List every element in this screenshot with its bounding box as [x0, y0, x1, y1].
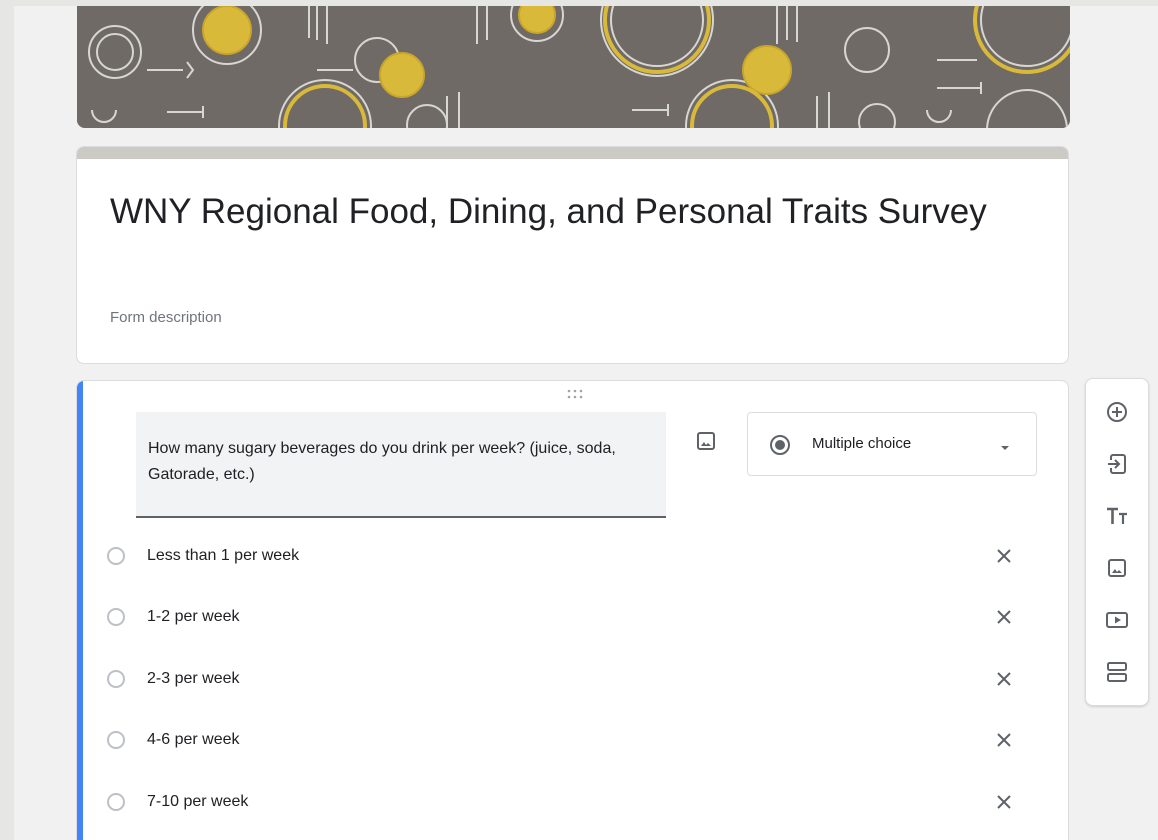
radio-circle-icon: [107, 793, 125, 811]
chevron-down-icon: [998, 440, 1012, 450]
answer-option-label[interactable]: 4-6 per week: [147, 731, 240, 749]
close-icon[interactable]: [993, 668, 1015, 690]
add-question-image-icon[interactable]: [694, 429, 718, 453]
radio-circle-icon: [107, 608, 125, 626]
close-icon[interactable]: [993, 729, 1015, 751]
header-color-bar: [77, 147, 1068, 159]
add-question-icon[interactable]: [1104, 399, 1130, 425]
drag-handle-icon[interactable]: [565, 389, 585, 401]
question-type-dropdown[interactable]: Multiple choice: [747, 412, 1037, 476]
add-image-icon[interactable]: [1104, 555, 1130, 581]
answer-option[interactable]: Less than 1 per week: [107, 543, 1037, 573]
answer-option[interactable]: 7-10 per week: [107, 789, 1037, 819]
radio-circle-icon: [107, 670, 125, 688]
form-title[interactable]: WNY Regional Food, Dining, and Personal …: [110, 189, 1010, 235]
header-banner-image: [77, 6, 1070, 128]
active-question-indicator: [77, 381, 83, 840]
answer-option-label[interactable]: Less than 1 per week: [147, 547, 299, 565]
answer-option-label[interactable]: 7-10 per week: [147, 793, 248, 811]
floating-toolbar: [1085, 378, 1149, 706]
answer-option[interactable]: 2-3 per week: [107, 666, 1037, 696]
close-icon[interactable]: [993, 791, 1015, 813]
import-questions-icon[interactable]: [1104, 451, 1130, 477]
question-title-input[interactable]: How many sugary beverages do you drink p…: [136, 412, 666, 518]
question-type-label: Multiple choice: [812, 435, 912, 452]
radio-circle-icon: [107, 731, 125, 749]
form-editor-viewport: WNY Regional Food, Dining, and Personal …: [14, 6, 1158, 840]
radio-button-icon: [768, 433, 792, 457]
add-video-icon[interactable]: [1104, 607, 1130, 633]
add-title-description-icon[interactable]: [1104, 503, 1130, 529]
answer-option[interactable]: 1-2 per week: [107, 604, 1037, 634]
answer-option-label[interactable]: 1-2 per week: [147, 608, 240, 626]
question-card[interactable]: How many sugary beverages do you drink p…: [76, 380, 1069, 840]
form-description-field[interactable]: Form description: [110, 309, 222, 326]
form-title-card: WNY Regional Food, Dining, and Personal …: [76, 146, 1069, 364]
answer-option[interactable]: 4-6 per week: [107, 727, 1037, 757]
answer-option-label[interactable]: 2-3 per week: [147, 670, 240, 688]
close-icon[interactable]: [993, 606, 1015, 628]
add-section-icon[interactable]: [1104, 659, 1130, 685]
close-icon[interactable]: [993, 545, 1015, 567]
radio-circle-icon: [107, 547, 125, 565]
